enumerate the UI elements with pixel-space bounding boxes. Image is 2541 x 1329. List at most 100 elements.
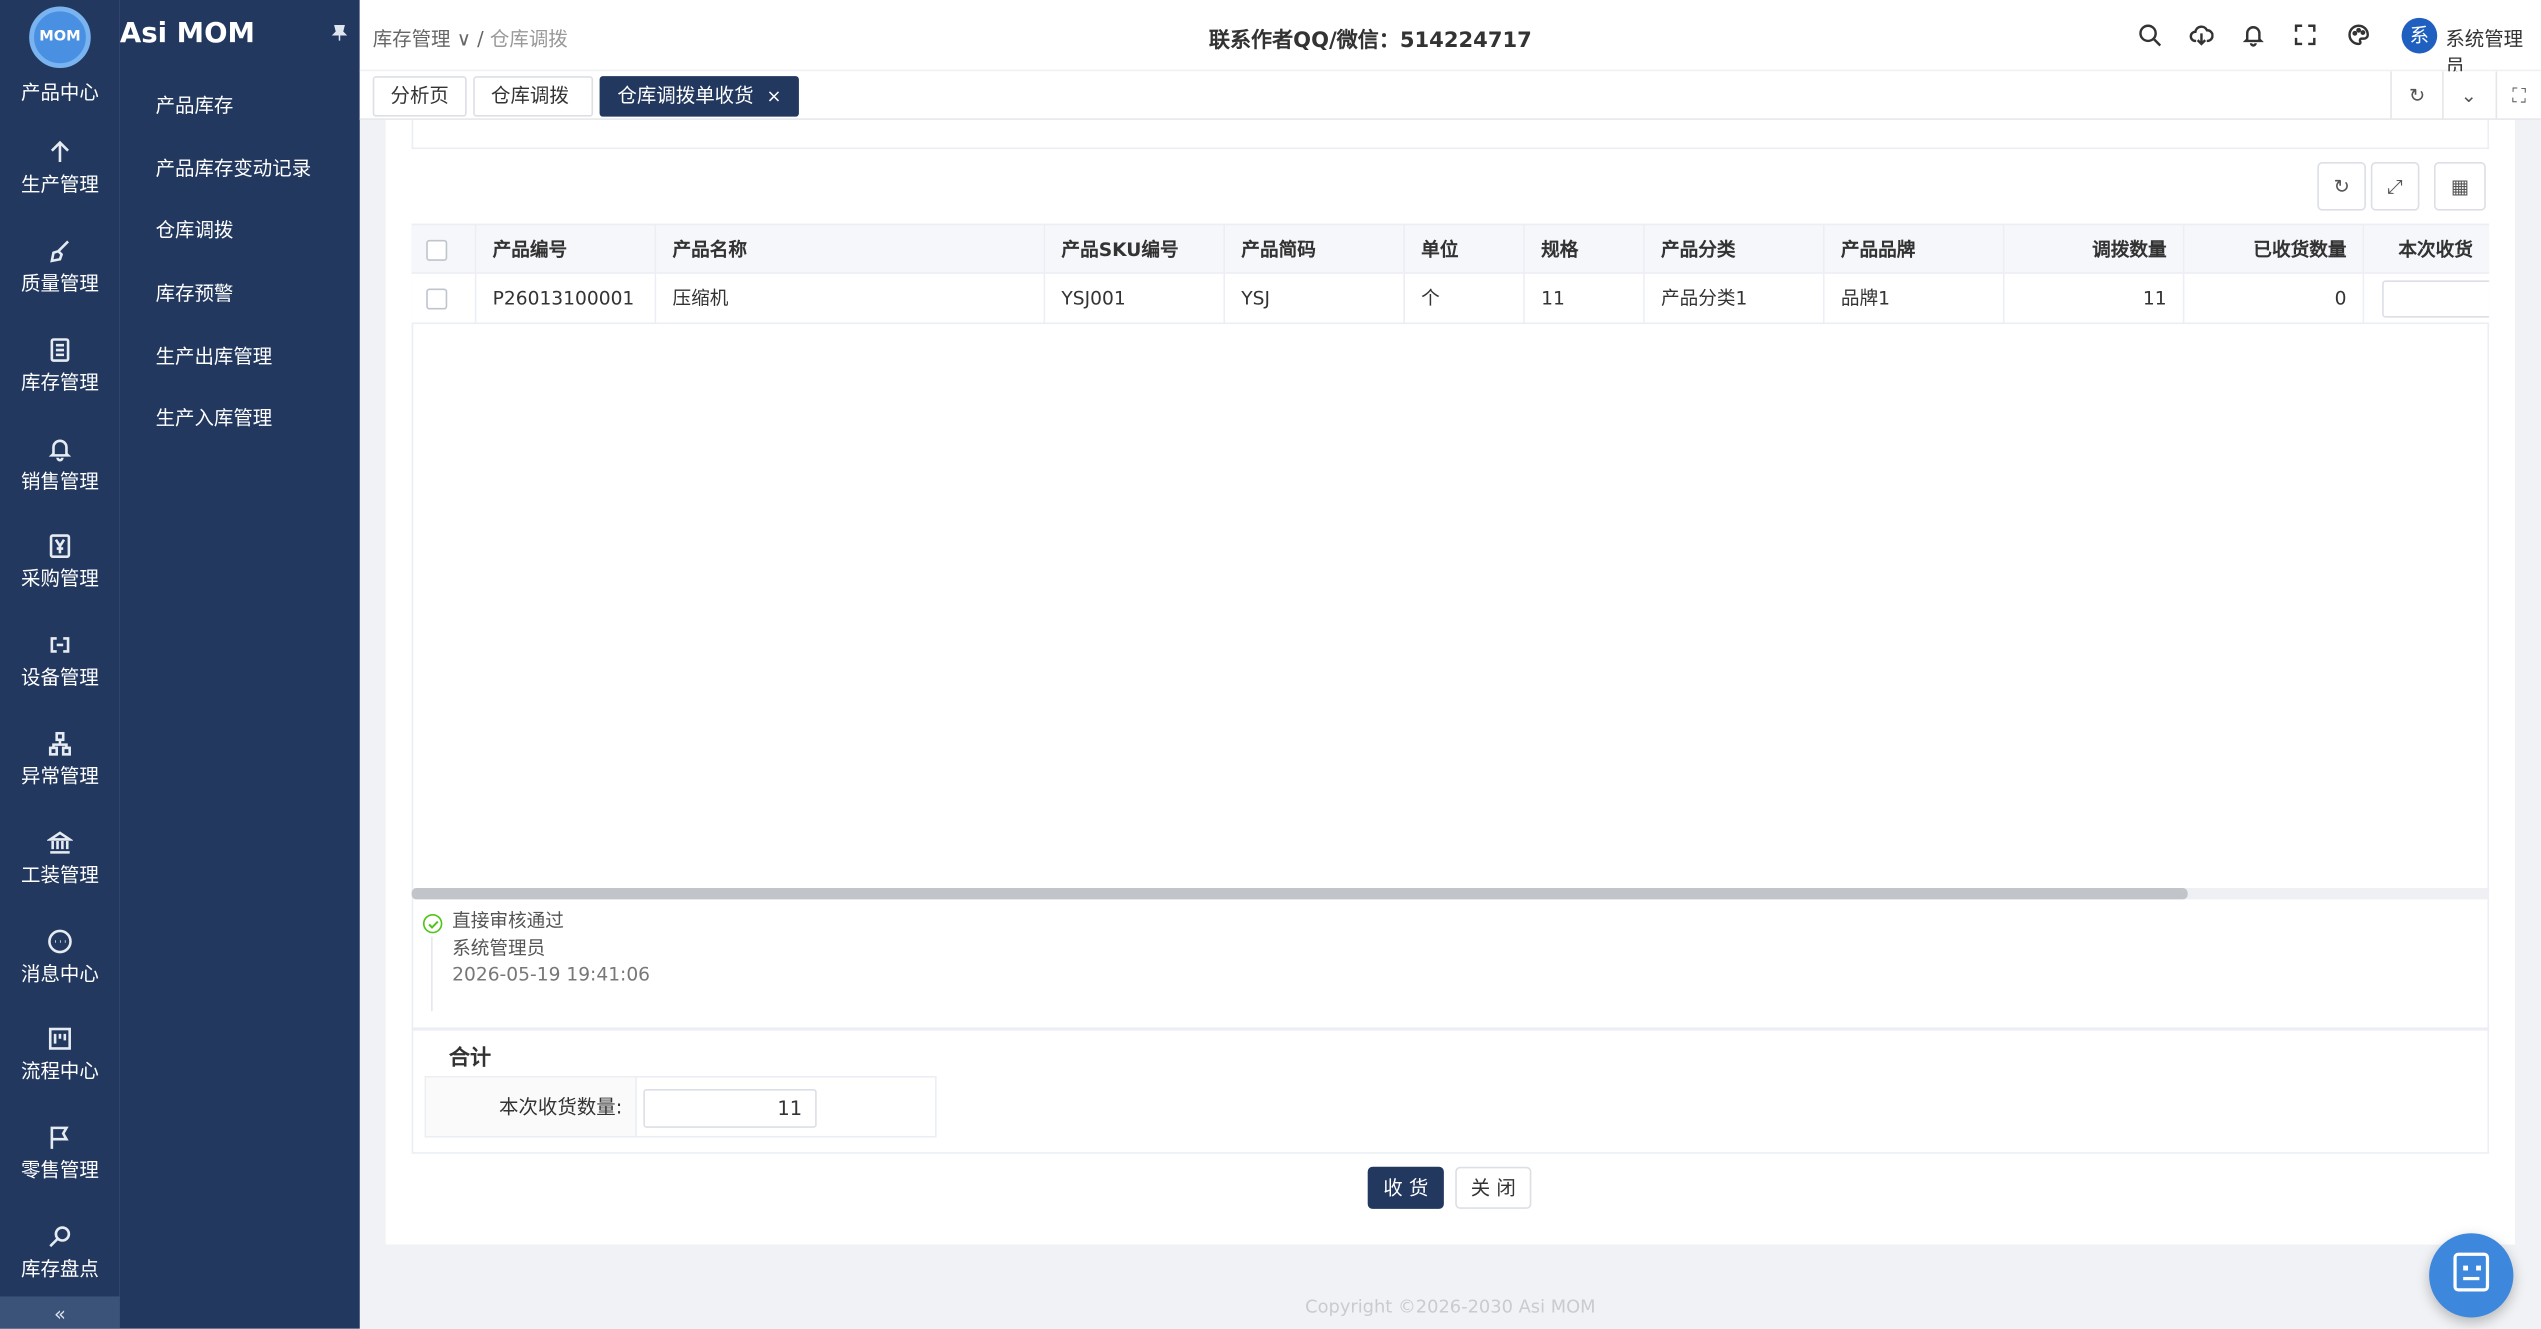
rail-item-label: 异常管理 [21, 764, 99, 788]
rail-item-label: 库存管理 [21, 371, 99, 394]
submenu-item-product-stock[interactable]: 产品库存 [156, 91, 234, 119]
breadcrumb-current: 仓库调拨 [489, 27, 568, 51]
chevron-down-icon[interactable]: ⌄ [2442, 71, 2494, 120]
avatar[interactable]: 系 [2401, 17, 2438, 54]
column-header[interactable]: 本次收货 [2364, 223, 2490, 274]
bell-icon[interactable] [2241, 23, 2267, 49]
table-refresh-button[interactable]: ↻ [2317, 162, 2366, 211]
chat-icon [47, 929, 73, 955]
tab-label: 仓库调拨单收货 [617, 84, 754, 107]
rail-item-sales[interactable]: 销售管理 [0, 436, 120, 494]
receive-button[interactable]: 收 货 [1367, 1166, 1444, 1209]
column-header[interactable]: 产品分类 [1644, 223, 1825, 274]
header-select-all[interactable] [411, 223, 477, 274]
timeline-title: 直接审核通过 [452, 909, 564, 932]
table-cell: P26013100001 [476, 273, 657, 325]
rail-item-label: 设备管理 [21, 666, 99, 689]
submenu-item-production-outbound[interactable]: 生产出库管理 [156, 342, 273, 370]
column-header[interactable]: 产品名称 [656, 223, 1046, 274]
form-remnant [411, 119, 2490, 150]
rail-item-label: 消息中心 [21, 962, 99, 986]
tab-label: 分析页 [390, 84, 449, 107]
column-header[interactable]: 单位 [1404, 223, 1525, 274]
horizontal-scrollbar[interactable] [411, 888, 2490, 900]
table-cell [2364, 273, 2490, 325]
scrollbar-thumb[interactable] [411, 888, 2188, 900]
contact-info: 联系作者QQ/微信：514224717 [1208, 29, 1532, 54]
tab-analysis[interactable]: 分析页 [372, 76, 467, 117]
rail-item-messages[interactable]: 消息中心 [0, 929, 120, 987]
assistant-button[interactable] [2429, 1233, 2514, 1318]
maximize-icon[interactable]: ⛶ [2495, 71, 2541, 120]
rail-item-exception[interactable]: 异常管理 [0, 731, 120, 789]
submenu-item-stock-warning[interactable]: 库存预警 [156, 279, 234, 307]
submenu-item-warehouse-transfer[interactable]: 仓库调拨 [156, 216, 234, 244]
breadcrumb: 库存管理 ∨ / 仓库调拨 [373, 24, 568, 52]
search-icon [47, 1223, 73, 1249]
totals-title: 合计 [448, 1046, 492, 1072]
rail-item-tooling[interactable]: 工装管理 [0, 830, 120, 888]
timeline-line [431, 936, 433, 1012]
bell-icon [47, 436, 73, 462]
table-cell: YSJ001 [1045, 273, 1226, 325]
rail-item-label: 采购管理 [21, 567, 99, 590]
column-header[interactable]: 调拨数量 [2004, 223, 2185, 274]
tree-icon [47, 731, 73, 757]
rail-item-equipment[interactable]: 设备管理 [0, 632, 120, 690]
flow-icon [47, 1026, 73, 1052]
row-checkbox[interactable] [426, 288, 448, 310]
rail-item-label: 质量管理 [21, 272, 99, 295]
select-all-checkbox[interactable] [426, 239, 448, 261]
tab-warehouse-transfer[interactable]: 仓库调拨 [473, 76, 594, 117]
column-header[interactable]: 产品SKU编号 [1045, 223, 1226, 274]
rail-item-product-center[interactable]: 产品中心 [0, 78, 120, 106]
rail-item-inventory[interactable]: 库存管理 [0, 337, 120, 395]
approval-timeline [411, 899, 2490, 1030]
robot-icon [2453, 1252, 2490, 1292]
table-fullscreen-button[interactable]: ⤢ [2370, 162, 2420, 211]
breadcrumb-parent[interactable]: 库存管理 [373, 28, 451, 51]
chevron-down-icon: ∨ [456, 27, 471, 51]
pin-icon[interactable] [331, 24, 349, 47]
rail-item-production[interactable]: 生产管理 [0, 139, 120, 197]
rail-item-label: 销售管理 [21, 469, 99, 493]
rail-item-workflow[interactable]: 流程中心 [0, 1026, 120, 1084]
column-settings-button[interactable]: ▦ [2433, 162, 2486, 211]
rail-item-retail[interactable]: 零售管理 [0, 1125, 120, 1183]
timeline-time: 2026-05-19 19:41:06 [452, 962, 651, 986]
cloud-download-icon[interactable] [2189, 23, 2215, 49]
column-header[interactable]: 产品简码 [1225, 223, 1405, 274]
search-icon[interactable] [2137, 23, 2163, 49]
column-header[interactable]: 产品编号 [476, 223, 657, 274]
table-cell: 个 [1404, 273, 1525, 325]
link-icon [47, 632, 73, 658]
app-brand: Asi MOM [119, 17, 255, 51]
check-circle-icon [422, 913, 443, 934]
row-select[interactable] [411, 273, 477, 325]
submenu-item-stock-change-log[interactable]: 产品库存变动记录 [156, 154, 312, 182]
column-header[interactable]: 产品品牌 [1824, 223, 2005, 274]
tabs-bar: 分析页 仓库调拨 仓库调拨单收货 × ↻ ⌄ ⛶ [359, 71, 2541, 120]
rail-item-stocktaking[interactable]: 库存盘点 [0, 1223, 120, 1281]
totals-value-field[interactable]: 11 [643, 1088, 817, 1128]
totals-label: 本次收货数量: [426, 1077, 637, 1136]
footer-copyright: Copyright ©2026-2030 Asi MOM [1305, 1296, 1596, 1318]
tab-transfer-receive[interactable]: 仓库调拨单收货 × [599, 76, 800, 117]
submenu-item-production-inbound[interactable]: 生产入库管理 [156, 404, 273, 432]
brush-icon [47, 238, 73, 264]
palette-icon[interactable] [2346, 23, 2372, 49]
column-header[interactable]: 已收货数量 [2184, 223, 2365, 274]
main-rail: MOM 产品中心 生产管理 质量管理 库存管理 销售管理 采购管理 设备管理 异… [0, 0, 120, 1329]
fullscreen-icon[interactable] [2293, 23, 2319, 49]
receive-qty-input[interactable] [2382, 280, 2490, 318]
top-header: 库存管理 ∨ / 仓库调拨 联系作者QQ/微信：514224717 系 系统管理… [359, 0, 2541, 78]
rail-item-purchase[interactable]: 采购管理 [0, 533, 120, 591]
arrow-up-icon [47, 139, 73, 165]
rail-item-quality[interactable]: 质量管理 [0, 238, 120, 296]
close-icon[interactable]: × [767, 86, 782, 107]
refresh-icon[interactable]: ↻ [2390, 71, 2442, 120]
column-header[interactable]: 规格 [1524, 223, 1645, 274]
table-cell: 11 [1524, 273, 1645, 325]
collapse-sidebar-button[interactable]: « [0, 1296, 120, 1329]
close-button[interactable]: 关 闭 [1455, 1166, 1532, 1209]
